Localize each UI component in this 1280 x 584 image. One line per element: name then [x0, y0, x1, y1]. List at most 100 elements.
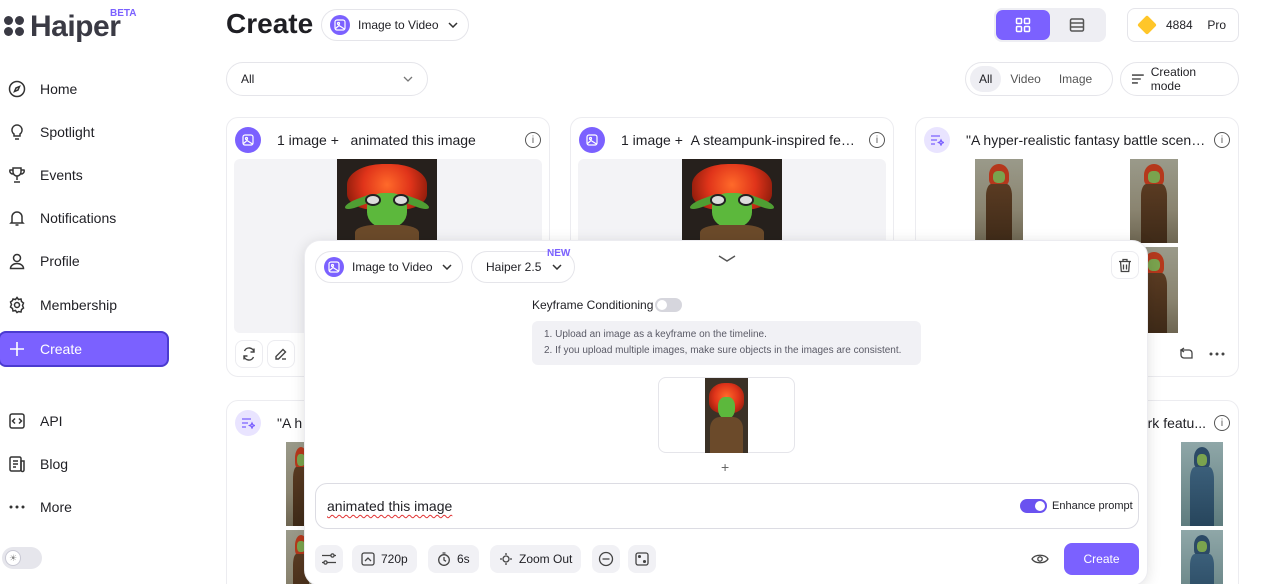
visibility-button[interactable] — [1026, 545, 1054, 573]
chevron-down-icon — [718, 255, 736, 262]
type-tabs: All Video Image — [965, 62, 1113, 96]
resolution-icon — [361, 552, 375, 566]
more-dots-icon — [8, 498, 26, 516]
pencil-icon — [275, 348, 287, 360]
goblin-image — [682, 159, 782, 243]
view-toggle — [994, 8, 1106, 42]
seed-button[interactable] — [628, 545, 656, 573]
creation-mode-button[interactable]: Creation mode — [1120, 62, 1239, 96]
sidebar-item-events[interactable]: Events — [0, 157, 170, 193]
sliders-icon — [322, 553, 336, 565]
warrior-image — [975, 159, 1023, 243]
enhance-prompt-toggle[interactable] — [1020, 499, 1047, 513]
sidebar-item-label: Spotlight — [40, 124, 95, 140]
sidebar-item-label: Blog — [40, 456, 69, 472]
gear-icon — [8, 296, 26, 314]
info-icon[interactable]: i — [869, 132, 885, 148]
regenerate-button[interactable] — [235, 340, 263, 368]
image-icon — [579, 127, 605, 153]
sidebar-item-home[interactable]: Home — [0, 71, 170, 107]
keyframe-conditioning-toggle[interactable] — [655, 298, 682, 312]
camera-motion-icon — [500, 553, 512, 565]
sidebar-item-notifications[interactable]: Notifications — [0, 200, 170, 236]
mode-select[interactable]: Image to Video — [321, 9, 469, 41]
logo-text: Haiper — [30, 10, 121, 43]
info-icon[interactable]: i — [1214, 415, 1230, 431]
credits-badge[interactable]: 4884 Pro — [1127, 8, 1239, 42]
chevron-down-icon — [403, 73, 413, 85]
tab-image[interactable]: Image — [1050, 66, 1101, 92]
sidebar-item-membership[interactable]: Membership — [0, 287, 170, 323]
sidebar-item-blog[interactable]: Blog — [0, 446, 170, 482]
model-select-label: Haiper 2.5 — [486, 260, 542, 274]
resolution-label: 720p — [381, 552, 408, 566]
goblin-image — [337, 159, 437, 243]
duration-label: 6s — [457, 552, 470, 566]
more-dots-icon — [1209, 352, 1225, 356]
duration-button[interactable]: 6s — [428, 545, 479, 573]
remix-icon — [1179, 347, 1193, 359]
keyframe-conditioning-label: Keyframe Conditioning — [532, 298, 654, 312]
user-icon — [8, 252, 26, 270]
warrior-image — [1181, 530, 1223, 584]
more-options-button[interactable] — [1203, 340, 1231, 368]
sidebar-item-more[interactable]: More — [0, 489, 170, 525]
image-icon — [324, 257, 344, 277]
sidebar-item-label: Notifications — [40, 210, 117, 226]
plus-icon — [8, 340, 26, 358]
add-keyframe-icon[interactable]: + — [721, 459, 729, 475]
card-title: A steampunk-inspired fem... — [690, 132, 861, 148]
settings-button[interactable] — [315, 545, 343, 573]
collapse-panel-button[interactable] — [715, 251, 739, 267]
edit-button[interactable] — [267, 340, 295, 368]
warrior-image — [1181, 442, 1223, 526]
compass-icon — [8, 80, 26, 98]
sidebar-item-label: Create — [40, 341, 83, 357]
dice-icon — [635, 552, 649, 566]
info-icon[interactable]: i — [525, 132, 541, 148]
panel-mode-select[interactable]: Image to Video — [315, 251, 463, 283]
card-title: "A hyper-realistic fantasy battle scene.… — [966, 132, 1206, 148]
negative-prompt-button[interactable] — [592, 545, 620, 573]
sidebar-item-label: Profile — [40, 253, 80, 269]
remix-button[interactable] — [1173, 340, 1201, 368]
eye-icon — [1031, 554, 1049, 564]
delete-button[interactable] — [1111, 251, 1139, 279]
sidebar-item-label: Membership — [40, 297, 118, 313]
filter-select-label: All — [241, 72, 255, 86]
camera-motion-button[interactable]: Zoom Out — [490, 545, 582, 573]
resolution-button[interactable]: 720p — [352, 545, 417, 573]
chevron-down-icon — [448, 19, 458, 31]
warrior-image — [1130, 159, 1178, 243]
trash-icon — [1119, 258, 1131, 272]
refresh-icon — [243, 347, 255, 361]
card-header: 1 image + A steampunk-inspired fem... i — [579, 126, 885, 154]
sidebar-item-create[interactable]: Create — [0, 331, 169, 367]
filter-select[interactable]: All — [226, 62, 428, 96]
info-icon[interactable]: i — [1214, 132, 1230, 148]
theme-toggle[interactable]: ☀ — [2, 547, 42, 569]
chevron-down-icon — [442, 261, 452, 273]
grid-view-button[interactable] — [996, 10, 1050, 40]
haiper-logo[interactable]: Haiper BETA — [4, 8, 136, 44]
sidebar-item-profile[interactable]: Profile — [0, 243, 170, 279]
keyframe-slot[interactable] — [658, 377, 795, 453]
tab-all[interactable]: All — [970, 66, 1002, 92]
sidebar-item-api[interactable]: API — [0, 403, 170, 439]
card-prefix: 1 image + — [621, 132, 683, 148]
prompt-input[interactable]: animated this image Enhance prompt — [315, 483, 1139, 529]
create-button[interactable]: Create — [1064, 543, 1139, 575]
image-icon — [330, 15, 350, 35]
tip-line: 2. If you upload multiple images, make s… — [544, 345, 902, 356]
prompt-text: animated this image — [327, 498, 453, 514]
tab-video[interactable]: Video — [1001, 66, 1049, 92]
blog-icon — [8, 455, 26, 473]
card-title: animated this image — [350, 132, 476, 148]
keyframe-image — [705, 378, 748, 453]
text-prompt-icon — [235, 410, 261, 436]
enhance-prompt-label: Enhance prompt — [1052, 500, 1133, 512]
new-badge: NEW — [547, 248, 571, 259]
list-view-button[interactable] — [1050, 10, 1104, 40]
sidebar-item-spotlight[interactable]: Spotlight — [0, 114, 170, 150]
gem-icon — [1137, 15, 1157, 35]
